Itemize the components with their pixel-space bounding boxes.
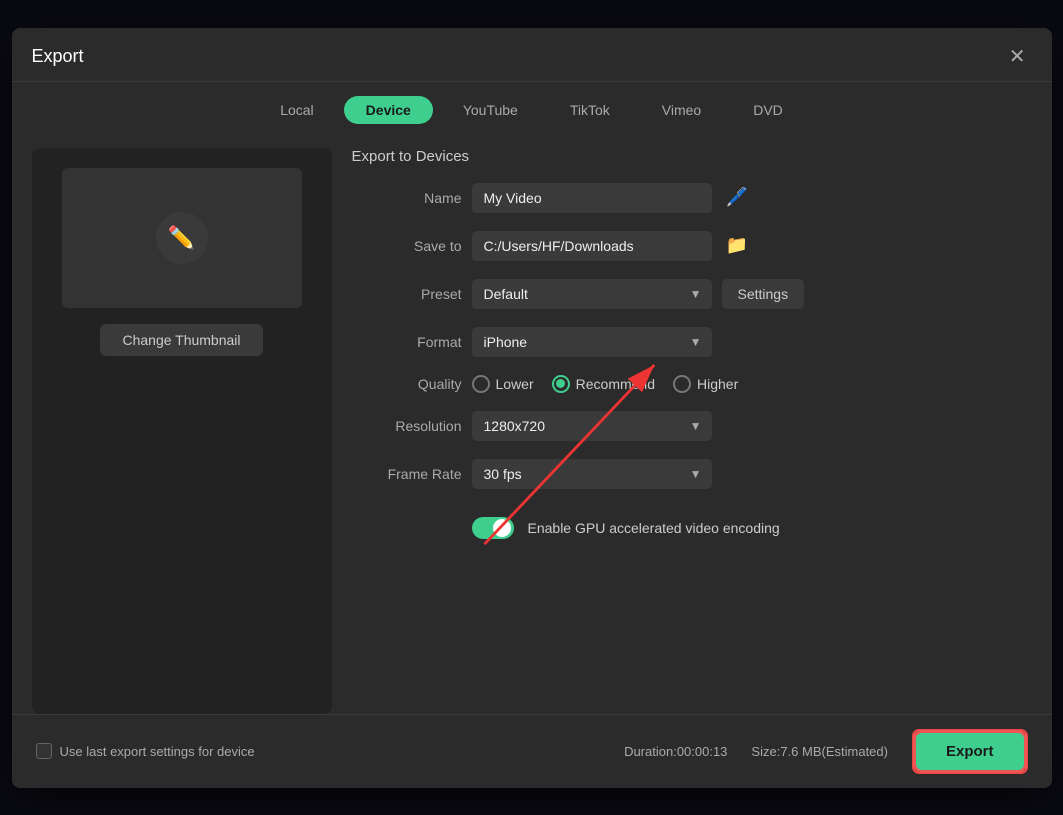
quality-lower-label: Lower [496,376,534,392]
tab-dvd[interactable]: DVD [731,96,805,124]
frame-rate-select-wrapper: 30 fps 24 fps 60 fps ▼ [472,459,712,489]
size-info: Size:7.6 MB(Estimated) [751,744,888,759]
export-btn-wrapper: Export [912,729,1028,774]
tab-tiktok[interactable]: TikTok [548,96,632,124]
close-button[interactable]: ✕ [1003,42,1032,71]
export-dialog: Export ✕ Local Device YouTube TikTok Vim… [12,28,1052,788]
quality-recommend-radio[interactable] [552,375,570,393]
resolution-select-wrapper: 1280x720 1920x1080 3840x2160 ▼ [472,411,712,441]
format-label: Format [352,334,462,350]
resolution-select[interactable]: 1280x720 1920x1080 3840x2160 [472,411,712,441]
gpu-toggle-row: Enable GPU accelerated video encoding [352,517,1032,539]
dialog-body: ✏️ Change Thumbnail Export to Devices Na… [12,134,1052,714]
frame-rate-select[interactable]: 30 fps 24 fps 60 fps [472,459,712,489]
gpu-toggle-label: Enable GPU accelerated video encoding [528,520,780,536]
size-label: Size: [751,744,780,759]
tab-youtube[interactable]: YouTube [441,96,540,124]
save-to-label: Save to [352,238,462,254]
tab-device[interactable]: Device [344,96,433,124]
quality-recommend-radio-fill [556,379,565,388]
save-to-row: Save to 📁 [352,231,1032,261]
settings-button[interactable]: Settings [722,279,805,309]
use-last-settings-checkbox[interactable] [36,743,52,759]
change-thumbnail-button[interactable]: Change Thumbnail [100,324,262,356]
save-to-input[interactable] [472,231,712,261]
name-label: Name [352,190,462,206]
use-last-settings-text: Use last export settings for device [60,744,255,759]
dialog-footer: Use last export settings for device Dura… [12,714,1052,788]
use-last-settings-label[interactable]: Use last export settings for device [36,743,255,759]
quality-lower[interactable]: Lower [472,375,534,393]
tab-local[interactable]: Local [258,96,335,124]
quality-label: Quality [352,376,462,392]
duration-info: Duration:00:00:13 [624,744,727,759]
gpu-toggle-knob [493,519,511,537]
quality-recommend-label: Recommend [576,376,655,392]
quality-options: Lower Recommend Higher [472,375,739,393]
dialog-title: Export [32,46,84,67]
preset-label: Preset [352,286,462,302]
edit-thumbnail-icon: ✏️ [156,212,208,264]
quality-recommend[interactable]: Recommend [552,375,655,393]
footer-right: Duration:00:00:13 Size:7.6 MB(Estimated)… [624,729,1027,774]
format-select[interactable]: iPhone iPad Android Apple TV [472,327,712,357]
resolution-row: Resolution 1280x720 1920x1080 3840x2160 … [352,411,1032,441]
dialog-overlay: Export ✕ Local Device YouTube TikTok Vim… [0,0,1063,815]
quality-higher[interactable]: Higher [673,375,738,393]
thumbnail-preview: ✏️ [62,168,302,308]
preset-select-wrapper: Default ▼ [472,279,712,309]
folder-icon[interactable]: 📁 [726,235,748,256]
duration-value: 00:00:13 [677,744,728,759]
size-value: 7.6 MB(Estimated) [780,744,888,759]
format-row: Format iPhone iPad Android Apple TV ▼ [352,327,1032,357]
name-row: Name 🖊️ [352,183,1032,213]
duration-label: Duration: [624,744,677,759]
left-panel: ✏️ Change Thumbnail [32,148,332,714]
quality-lower-radio[interactable] [472,375,490,393]
preset-select[interactable]: Default [472,279,712,309]
quality-higher-label: Higher [697,376,738,392]
quality-row: Quality Lower Recommend [352,375,1032,393]
right-panel: Export to Devices Name 🖊️ Save to 📁 Pres… [352,148,1032,714]
preset-row: Preset Default ▼ Settings [352,279,1032,309]
tab-vimeo[interactable]: Vimeo [640,96,723,124]
tabs-bar: Local Device YouTube TikTok Vimeo DVD [12,82,1052,134]
section-title: Export to Devices [352,148,1032,165]
frame-rate-label: Frame Rate [352,466,462,482]
name-input[interactable] [472,183,712,213]
quality-higher-radio[interactable] [673,375,691,393]
resolution-label: Resolution [352,418,462,434]
dialog-header: Export ✕ [12,28,1052,82]
ai-icon[interactable]: 🖊️ [726,187,748,208]
format-select-wrapper: iPhone iPad Android Apple TV ▼ [472,327,712,357]
frame-rate-row: Frame Rate 30 fps 24 fps 60 fps ▼ [352,459,1032,489]
gpu-toggle[interactable] [472,517,514,539]
export-button[interactable]: Export [916,733,1024,770]
